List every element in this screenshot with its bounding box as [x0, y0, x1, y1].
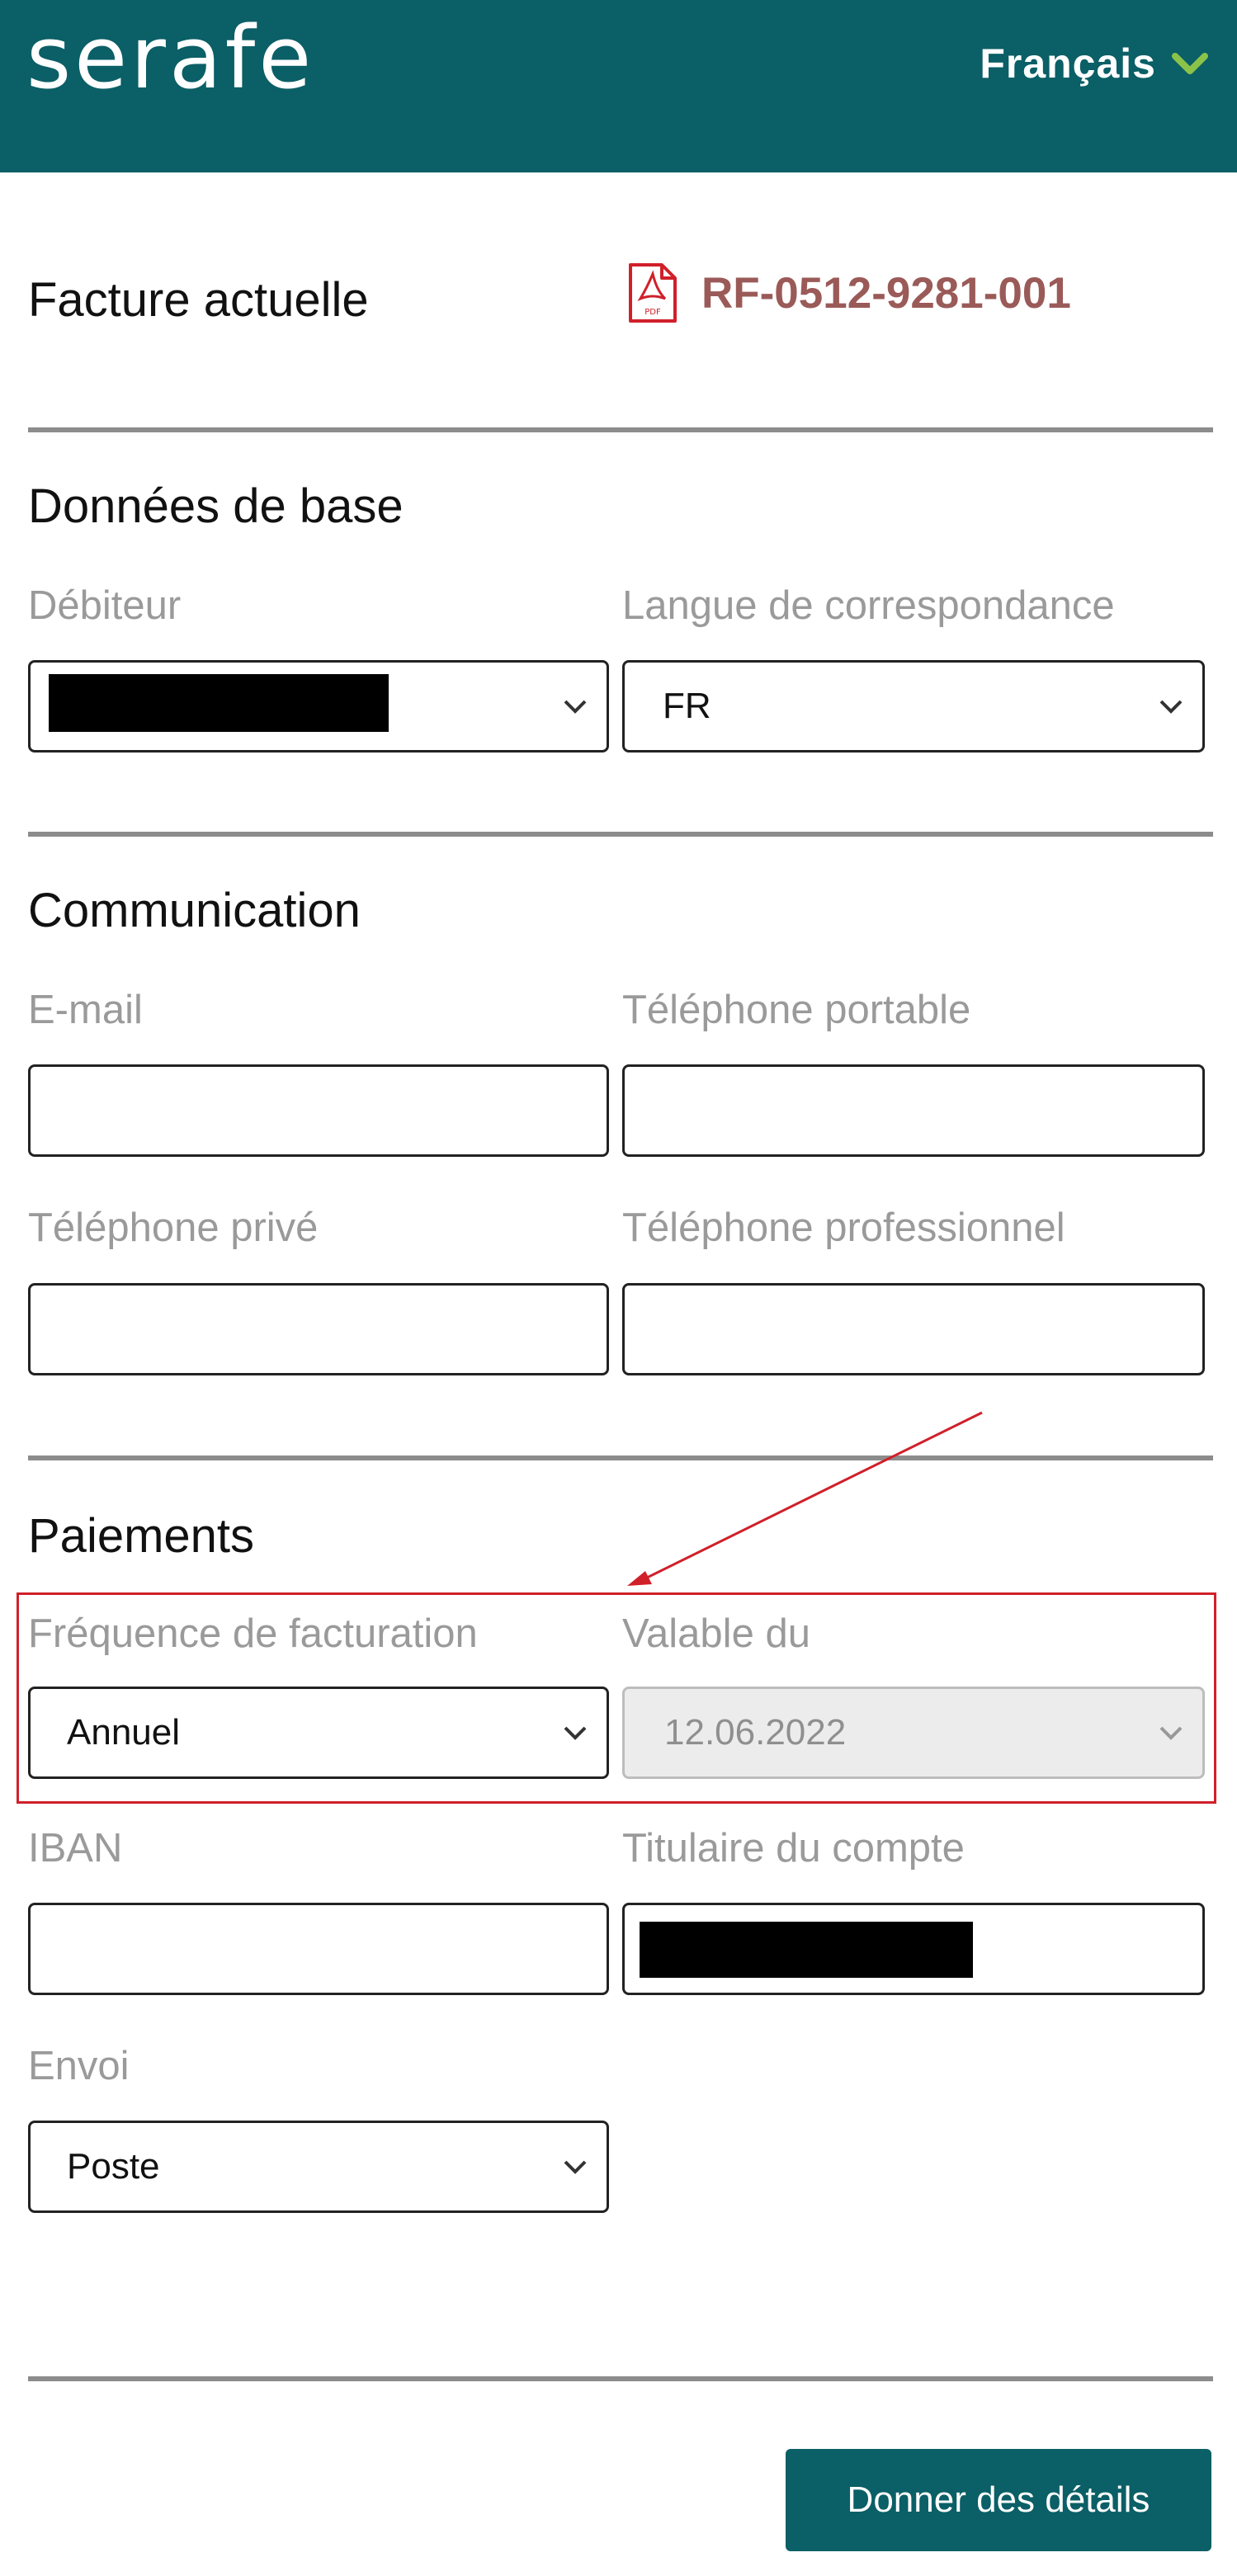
- iban-field[interactable]: [28, 1903, 609, 1995]
- correspondence-language-select[interactable]: FR: [622, 660, 1205, 753]
- section-title-basic-data: Données de base: [28, 479, 404, 533]
- chevron-down-icon: [1159, 1726, 1183, 1740]
- mobile-phone-label: Téléphone portable: [622, 988, 971, 1032]
- email-label: E-mail: [28, 988, 143, 1032]
- chevron-down-icon: [1172, 53, 1208, 74]
- section-title-communication: Communication: [28, 884, 361, 937]
- work-phone-field[interactable]: [622, 1283, 1205, 1375]
- mobile-phone-field[interactable]: [622, 1064, 1205, 1157]
- invoice-pdf-link[interactable]: PDF RF-0512-9281-001: [627, 262, 1071, 323]
- serafe-logo[interactable]: serafe: [26, 15, 314, 101]
- chevron-down-icon: [1159, 700, 1183, 714]
- redacted-block: [49, 674, 389, 732]
- iban-label: IBAN: [28, 1826, 123, 1871]
- delivery-select[interactable]: Poste: [28, 2121, 609, 2213]
- account-holder-label: Titulaire du compte: [622, 1826, 965, 1871]
- valid-from-label: Valable du: [622, 1611, 810, 1656]
- billing-frequency-label: Fréquence de facturation: [28, 1611, 478, 1656]
- top-header: serafe Français: [0, 0, 1237, 172]
- billing-frequency-value: Annuel: [67, 1712, 181, 1753]
- divider: [28, 2376, 1213, 2381]
- chevron-down-icon: [564, 2160, 587, 2174]
- invoice-number: RF-0512-9281-001: [701, 268, 1071, 318]
- work-phone-label: Téléphone professionnel: [622, 1205, 1065, 1250]
- correspondence-language-value: FR: [663, 686, 711, 726]
- chevron-down-icon: [564, 1726, 587, 1740]
- private-phone-field[interactable]: [28, 1283, 609, 1375]
- section-title-payments: Paiements: [28, 1509, 255, 1563]
- language-selector[interactable]: Français: [980, 40, 1209, 87]
- svg-text:PDF: PDF: [644, 308, 661, 317]
- current-invoice-label: Facture actuelle: [28, 273, 369, 327]
- valid-from-select: 12.06.2022: [622, 1687, 1205, 1779]
- account-holder-field[interactable]: [622, 1903, 1205, 1995]
- billing-frequency-select[interactable]: Annuel: [28, 1687, 609, 1779]
- chevron-down-icon: [564, 700, 587, 714]
- divider: [28, 1455, 1213, 1460]
- delivery-label: Envoi: [28, 2044, 130, 2088]
- debtor-select[interactable]: [28, 660, 609, 753]
- email-field[interactable]: [28, 1064, 609, 1157]
- correspondence-language-label: Langue de correspondance: [622, 583, 1115, 628]
- valid-from-value: 12.06.2022: [664, 1712, 847, 1753]
- pdf-icon: PDF: [629, 263, 677, 323]
- redacted-block: [640, 1922, 973, 1978]
- debtor-label: Débiteur: [28, 583, 182, 628]
- delivery-value: Poste: [67, 2146, 160, 2187]
- divider: [28, 427, 1213, 432]
- private-phone-label: Téléphone privé: [28, 1205, 319, 1250]
- submit-details-button[interactable]: Donner des détails: [786, 2449, 1211, 2551]
- divider: [28, 832, 1213, 837]
- language-label: Français: [980, 40, 1156, 87]
